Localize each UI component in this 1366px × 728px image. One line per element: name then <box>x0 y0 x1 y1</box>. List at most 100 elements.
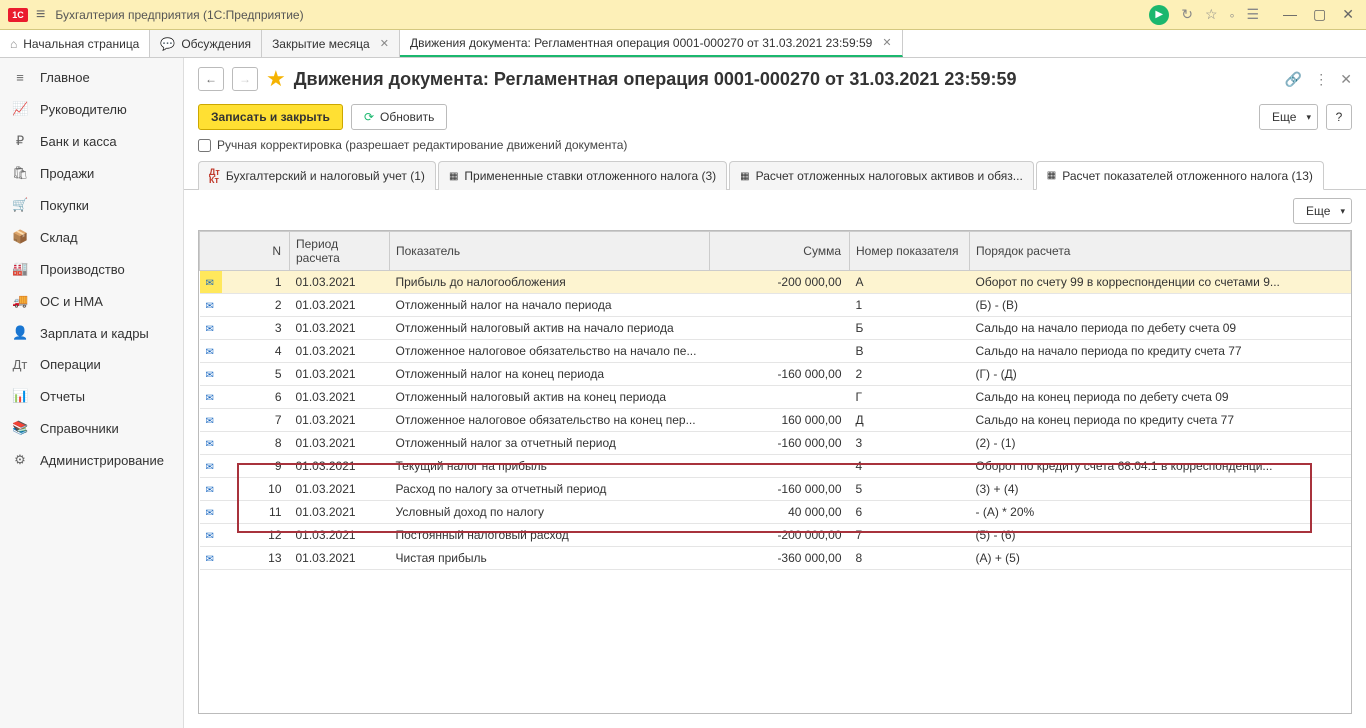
table-row[interactable]: ✉401.03.2021Отложенное налоговое обязате… <box>200 340 1351 363</box>
home-icon: ⌂ <box>10 37 17 51</box>
page-header: ← → ★ Движения документа: Регламентная о… <box>184 58 1366 100</box>
table-row[interactable]: ✉301.03.2021Отложенный налоговый актив н… <box>200 317 1351 340</box>
table-row[interactable]: ✉101.03.2021Прибыль до налогообложения-2… <box>200 271 1351 294</box>
col-indicator[interactable]: Показатель <box>390 232 710 271</box>
sidebar-item[interactable]: 🛒Покупки <box>0 189 183 221</box>
refresh-button[interactable]: ⟳Обновить <box>351 104 447 130</box>
col-period[interactable]: Период расчета <box>290 232 390 271</box>
sidebar-icon: 📊 <box>12 388 28 404</box>
table-row[interactable]: ✉901.03.2021Текущий налог на прибыль4Обо… <box>200 455 1351 478</box>
link-icon[interactable]: 🔗 <box>1285 71 1302 88</box>
app-title: Бухгалтерия предприятия (1С:Предприятие) <box>55 8 303 22</box>
table-container: N Период расчета Показатель Сумма Номер … <box>198 230 1352 714</box>
table-row[interactable]: ✉801.03.2021Отложенный налог за отчетный… <box>200 432 1351 455</box>
sidebar-label: Администрирование <box>40 453 164 468</box>
subtab-calc-indicators[interactable]: ▦Расчет показателей отложенного налога (… <box>1036 161 1324 190</box>
manual-edit-checkbox[interactable] <box>198 139 211 152</box>
row-marker-icon: ✉ <box>206 301 214 312</box>
sidebar-item[interactable]: ДтОперации <box>0 349 183 380</box>
table-row[interactable]: ✉201.03.2021Отложенный налог на начало п… <box>200 294 1351 317</box>
sidebar-item[interactable]: 📊Отчеты <box>0 380 183 412</box>
sidebar-item[interactable]: 📈Руководителю <box>0 93 183 125</box>
table-row[interactable]: ✉1301.03.2021Чистая прибыль-360 000,008(… <box>200 547 1351 570</box>
filter-icon[interactable]: ☰ <box>1246 6 1259 23</box>
table-row[interactable]: ✉701.03.2021Отложенное налоговое обязате… <box>200 409 1351 432</box>
col-n[interactable]: N <box>200 232 290 271</box>
page-title: Движения документа: Регламентная операци… <box>294 69 1017 90</box>
sidebar-item[interactable]: 🏭Производство <box>0 253 183 285</box>
logo-1c: 1C <box>8 8 28 22</box>
sidebar-icon: 📦 <box>12 229 28 245</box>
table-more-button[interactable]: Еще <box>1293 198 1352 224</box>
run-icon[interactable]: ▶ <box>1149 5 1169 25</box>
sidebar-label: Операции <box>40 357 101 372</box>
row-marker-icon: ✉ <box>206 347 214 358</box>
row-marker-icon: ✉ <box>206 324 214 335</box>
data-table: N Период расчета Показатель Сумма Номер … <box>199 231 1351 570</box>
star-icon[interactable]: ☆ <box>1205 6 1218 23</box>
row-marker-icon: ✉ <box>206 508 214 519</box>
favorite-icon[interactable]: ★ <box>266 66 286 92</box>
save-close-button[interactable]: Записать и закрыть <box>198 104 343 130</box>
sidebar-icon: 🏭 <box>12 261 28 277</box>
dtkt-icon: ДтКт <box>209 168 220 184</box>
refresh-icon: ⟳ <box>364 110 374 124</box>
sidebar-icon: 📚 <box>12 420 28 436</box>
tab-home[interactable]: ⌂ Начальная страница <box>0 30 150 57</box>
window-close-icon[interactable]: ✕ <box>1338 6 1358 23</box>
sidebar-label: ОС и НМА <box>40 294 103 309</box>
window-max-icon[interactable]: ▢ <box>1309 6 1330 23</box>
sidebar-item[interactable]: 📦Склад <box>0 221 183 253</box>
col-sum[interactable]: Сумма <box>710 232 850 271</box>
row-marker-icon: ✉ <box>206 416 214 427</box>
col-num[interactable]: Номер показателя <box>850 232 970 271</box>
subtab-rates[interactable]: ▦Примененные ставки отложенного налога (… <box>438 161 727 190</box>
tab-month-close[interactable]: Закрытие месяца ✕ <box>262 30 400 57</box>
sidebar-icon: ≡ <box>12 70 28 85</box>
table-row[interactable]: ✉1201.03.2021Постоянный налоговый расход… <box>200 524 1351 547</box>
sidebar-item[interactable]: 📚 Справочники <box>0 412 183 444</box>
more-button[interactable]: Еще <box>1259 104 1318 130</box>
titlebar: 1C ≡ Бухгалтерия предприятия (1С:Предпри… <box>0 0 1366 30</box>
row-marker-icon: ✉ <box>206 439 214 450</box>
close-page-icon[interactable]: ✕ <box>1340 71 1352 88</box>
menu-icon[interactable]: ≡ <box>36 6 45 24</box>
table-row[interactable]: ✉1001.03.2021Расход по налогу за отчетны… <box>200 478 1351 501</box>
sidebar-item[interactable]: ≡ Главное <box>0 62 183 93</box>
sidebar-label: Покупки <box>40 198 89 213</box>
table-row[interactable]: ✉1101.03.2021Условный доход по налогу40 … <box>200 501 1351 524</box>
help-button[interactable]: ? <box>1326 104 1352 130</box>
sidebar-item[interactable]: ₽Банк и касса <box>0 125 183 157</box>
col-order[interactable]: Порядок расчета <box>970 232 1351 271</box>
sidebar-icon: 🚚 <box>12 293 28 309</box>
table-row[interactable]: ✉601.03.2021Отложенный налоговый актив н… <box>200 386 1351 409</box>
sidebar: ≡ Главное 📈Руководителю₽Банк и касса🛍Прода… <box>0 58 184 728</box>
row-marker-icon: ✉ <box>206 485 214 496</box>
subtab-accounting[interactable]: ДтКтБухгалтерский и налоговый учет (1) <box>198 161 436 190</box>
sidebar-icon: ⚙ <box>12 452 28 468</box>
grid-icon: ▦ <box>740 171 749 182</box>
nav-back-button[interactable]: ← <box>198 67 224 91</box>
tab-discussions[interactable]: 💬 Обсуждения <box>150 30 262 57</box>
subtab-calc-assets[interactable]: ▦Расчет отложенных налоговых активов и о… <box>729 161 1034 190</box>
close-icon[interactable]: ✕ <box>882 36 891 49</box>
sidebar-item[interactable]: 👤Зарплата и кадры <box>0 317 183 349</box>
chat-icon: 💬 <box>160 37 175 51</box>
history-icon[interactable]: ↻ <box>1181 6 1193 23</box>
notify-icon[interactable]: ◦ <box>1230 7 1235 23</box>
more-icon[interactable]: ⋮ <box>1314 71 1328 88</box>
nav-fwd-button[interactable]: → <box>232 67 258 91</box>
sidebar-label: Справочники <box>40 421 119 436</box>
row-marker-icon: ✉ <box>206 462 214 473</box>
table-row[interactable]: ✉501.03.2021Отложенный налог на конец пе… <box>200 363 1351 386</box>
sidebar-item[interactable]: 🛍Продажи <box>0 157 183 189</box>
close-icon[interactable]: ✕ <box>380 37 389 50</box>
sidebar-label: Руководителю <box>40 102 127 117</box>
tab-document[interactable]: Движения документа: Регламентная операци… <box>400 30 903 57</box>
window-min-icon[interactable]: — <box>1279 6 1301 23</box>
sidebar-label: Главное <box>40 70 90 85</box>
sidebar-item[interactable]: ⚙ Администрирование <box>0 444 183 476</box>
sidebar-item[interactable]: 🚚 ОС и НМА <box>0 285 183 317</box>
row-marker-icon: ✉ <box>206 278 214 289</box>
subtabs: ДтКтБухгалтерский и налоговый учет (1) ▦… <box>184 160 1366 190</box>
